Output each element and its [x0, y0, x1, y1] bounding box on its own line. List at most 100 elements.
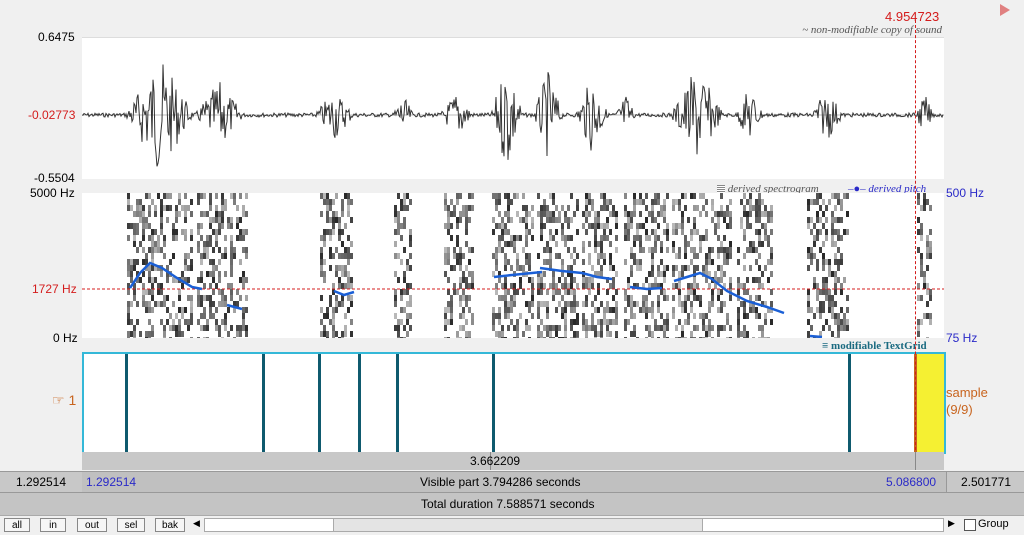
spectrogram-cell: [828, 289, 831, 295]
interval-boundary[interactable]: [125, 354, 128, 452]
total-time-bar[interactable]: Total duration 7.588571 seconds: [0, 492, 1024, 515]
spectrogram-cell: [522, 265, 525, 271]
interval-boundary[interactable]: [318, 354, 321, 452]
spectrogram-cell: [576, 205, 579, 211]
spectrogram-cell: [624, 295, 627, 301]
spectrogram-cell: [157, 289, 160, 295]
spectrogram-cell: [816, 283, 819, 289]
total-duration-label[interactable]: Total duration 7.588571 seconds: [421, 493, 594, 515]
spectrogram-cell: [151, 235, 154, 241]
spectrogram-cell: [326, 307, 329, 313]
spectrogram-cell: [230, 193, 233, 199]
spectrogram-cell: [510, 235, 513, 241]
spectrogram-cell: [403, 205, 406, 211]
group-checkbox[interactable]: [964, 519, 976, 531]
spectrogram-cell: [633, 259, 636, 265]
spectrogram-cell: [648, 247, 651, 253]
spectrogram-cell: [690, 331, 693, 337]
spectrogram-cell: [758, 277, 761, 283]
spectrogram-cell: [807, 307, 810, 313]
zoom-in-button[interactable]: in: [40, 518, 66, 532]
spectrogram-cell: [737, 283, 740, 289]
spectrogram-cell: [663, 271, 666, 277]
spectrogram-cell: [190, 247, 193, 253]
spectrogram-cell: [203, 211, 206, 217]
interval-boundary[interactable]: [396, 354, 399, 452]
visible-time-bar[interactable]: 1.292514 1.292514 Visible part 3.794286 …: [0, 471, 1024, 492]
spectrogram-cell: [582, 241, 585, 247]
spectrogram-cell: [729, 241, 732, 247]
interval-boundary[interactable]: [492, 354, 495, 452]
interval-boundary[interactable]: [848, 354, 851, 452]
spectrogram-cell: [403, 199, 406, 205]
interval-boundary[interactable]: [358, 354, 361, 452]
spectrogram-cell: [245, 211, 248, 217]
zoom-out-button[interactable]: out: [77, 518, 107, 532]
spectrogram-cell: [181, 331, 184, 337]
spectrogram-cell: [834, 283, 837, 289]
spectrogram-cell: [540, 289, 543, 295]
scrollbar-thumb[interactable]: [333, 519, 703, 531]
spectrogram-cell: [459, 337, 462, 343]
tier-number[interactable]: ☞ 1: [52, 392, 76, 409]
play-triangle-icon[interactable]: [1000, 4, 1010, 16]
spectrogram-cell: [495, 247, 498, 253]
spectrogram-cell: [678, 247, 681, 253]
spectrogram-cell: [609, 211, 612, 217]
spectrogram-cell: [341, 211, 344, 217]
spectrogram-cell: [693, 247, 696, 253]
spectrogram-cell: [347, 253, 350, 259]
spectrogram-cell: [822, 253, 825, 259]
textgrid-tier[interactable]: [82, 352, 946, 454]
spectrogram-cell: [127, 205, 130, 211]
spectrogram-cell: [591, 301, 594, 307]
interval-boundary[interactable]: [262, 354, 265, 452]
spectrogram-cell: [678, 337, 681, 343]
spectrogram-cell: [459, 265, 462, 271]
spectrogram-cell: [181, 205, 184, 211]
spectrogram-cell: [190, 265, 193, 271]
left-outside-time[interactable]: 1.292514: [0, 472, 82, 492]
visible-start-time[interactable]: 1.292514: [86, 472, 136, 492]
spectrogram-cell: [758, 337, 761, 343]
spectrogram-cell: [627, 229, 630, 235]
spectrogram-cell: [203, 295, 206, 301]
visible-part-label[interactable]: Visible part 3.794286 seconds: [420, 472, 581, 492]
spectrogram-cell: [672, 313, 675, 319]
spectrogram-cell: [513, 325, 516, 331]
spectrogram-cell: [406, 259, 409, 265]
spectrogram-cell: [561, 205, 564, 211]
spectrogram-cell: [755, 313, 758, 319]
spectrogram-cell: [591, 283, 594, 289]
spectrogram-cell: [139, 241, 142, 247]
spectrogram-cell: [582, 223, 585, 229]
spectrogram-cell: [693, 217, 696, 223]
zoom-sel-button[interactable]: sel: [117, 518, 145, 532]
interval-duration-bar[interactable]: 3.662209: [82, 452, 944, 470]
spectrogram-cell: [585, 277, 588, 283]
waveform-panel[interactable]: [81, 37, 944, 179]
spectrogram-cell: [546, 205, 549, 211]
zoom-all-button[interactable]: all: [4, 518, 30, 532]
scroll-right-icon[interactable]: ▶: [948, 518, 955, 529]
right-outside-time[interactable]: 2.501771: [946, 472, 1024, 492]
scroll-left-icon[interactable]: ◀: [193, 518, 200, 529]
spectrogram-cell: [450, 301, 453, 307]
spectrogram-cell: [215, 235, 218, 241]
spectrogram-cell: [332, 217, 335, 223]
spectrogram-cell: [588, 241, 591, 247]
spectrogram-cell: [570, 325, 573, 331]
spectrogram-cell: [702, 205, 705, 211]
spectrogram-cell: [465, 331, 468, 337]
spectrogram-cell: [755, 259, 758, 265]
spectrogram-cell: [594, 223, 597, 229]
spectrogram-cell: [582, 259, 585, 265]
spectrogram-cell: [537, 301, 540, 307]
spectrogram-cell: [648, 211, 651, 217]
selected-interval[interactable]: [916, 354, 944, 452]
spectrogram-cell: [720, 301, 723, 307]
zoom-back-button[interactable]: bak: [155, 518, 185, 532]
spectrogram-panel[interactable]: [82, 193, 944, 343]
horizontal-scrollbar[interactable]: [204, 518, 944, 532]
visible-end-time[interactable]: 5.086800: [886, 472, 936, 492]
